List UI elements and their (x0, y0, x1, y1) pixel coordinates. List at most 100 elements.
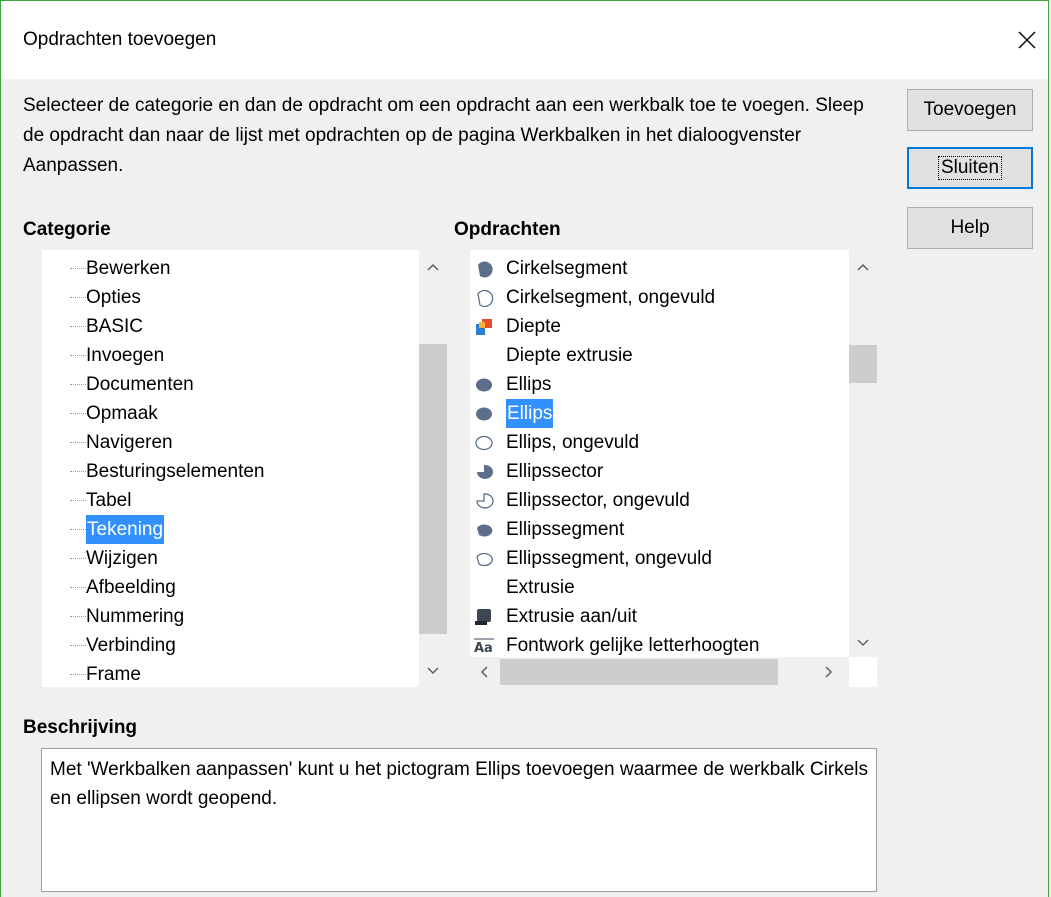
description-text: Met 'Werkbalken aanpassen' kunt u het pi… (50, 759, 868, 809)
command-item[interactable]: Ellipssector, ongevuld (470, 486, 845, 515)
command-item[interactable]: Ellipssegment, ongevuld (470, 544, 845, 573)
category-item[interactable]: Wijzigen (42, 544, 412, 573)
help-button[interactable]: Help (907, 207, 1033, 249)
tree-connector (70, 297, 86, 298)
ellipse-outline-icon (474, 433, 494, 453)
commands-vertical-scrollbar[interactable] (849, 250, 877, 657)
command-item[interactable]: Extrusie aan/uit (470, 602, 845, 631)
commands-hscroll-thumb[interactable] (500, 659, 778, 685)
category-item[interactable]: BASIC (42, 312, 412, 341)
scroll-left-icon[interactable] (470, 659, 498, 685)
tree-connector (70, 471, 86, 472)
command-item[interactable]: Cirkelsegment, ongevuld (470, 283, 845, 312)
category-item[interactable]: Nummering (42, 602, 412, 631)
command-item[interactable]: Aa Fontwork gelijke letterhoogten (470, 631, 845, 660)
category-item[interactable]: Opties (42, 283, 412, 312)
add-button[interactable]: Toevoegen (907, 89, 1033, 131)
tree-connector (70, 355, 86, 356)
close-button[interactable]: Sluiten (907, 147, 1033, 189)
category-item[interactable]: Verbinding (42, 631, 412, 660)
category-scroll-thumb[interactable] (419, 344, 447, 634)
category-item-label: Bewerken (86, 258, 171, 279)
circle-segment-outline-icon (474, 288, 494, 308)
command-item[interactable]: Diepte (470, 312, 845, 341)
category-item-label: Invoegen (86, 345, 165, 366)
dialog-title: Opdrachten toevoegen (23, 29, 217, 50)
commands-scroll-thumb[interactable] (849, 345, 877, 383)
category-item-label: Besturingselementen (86, 461, 265, 482)
close-icon[interactable] (1010, 23, 1044, 57)
category-item[interactable]: Besturingselementen (42, 457, 412, 486)
ellipse-segment-filled-icon (474, 520, 494, 540)
tree-connector (70, 674, 86, 675)
command-item-label: Ellipssector, ongevuld (506, 490, 690, 511)
category-heading: Categorie (23, 219, 111, 240)
depth-3d-icon (474, 317, 494, 337)
fontwork-same-height-icon: Aa (474, 636, 494, 656)
category-item-label: Wijzigen (86, 548, 158, 569)
command-item[interactable]: Diepte extrusie (470, 341, 845, 370)
category-item-label: Opmaak (86, 403, 158, 424)
ellipse-sector-outline-icon (474, 491, 494, 511)
command-item-label: Cirkelsegment, ongevuld (506, 287, 716, 308)
svg-text:Aa: Aa (474, 641, 493, 656)
command-item-label: Ellipssector (506, 461, 604, 482)
command-item-label: Ellipssegment, ongevuld (506, 548, 712, 569)
category-item-label: Verbinding (86, 635, 176, 656)
scroll-down-icon[interactable] (849, 630, 877, 656)
commands-horizontal-scrollbar[interactable] (470, 657, 849, 687)
command-item[interactable]: Extrusie (470, 573, 845, 602)
tree-connector (70, 500, 86, 501)
category-item-label: Nummering (86, 606, 185, 627)
category-item[interactable]: Bewerken (42, 254, 412, 283)
tree-connector (70, 529, 86, 530)
tree-connector (70, 268, 86, 269)
scroll-right-icon[interactable] (815, 659, 843, 685)
tree-connector (70, 413, 86, 414)
tree-connector (70, 384, 86, 385)
add-button-label: Toevoegen (923, 99, 1017, 120)
command-item-label: Cirkelsegment (506, 258, 628, 279)
category-item-label: Navigeren (86, 432, 173, 453)
command-item-label: Ellipssegment (506, 519, 625, 540)
command-item[interactable]: Ellipssector (470, 457, 845, 486)
category-item-label: Tabel (86, 490, 132, 511)
category-item[interactable]: Navigeren (42, 428, 412, 457)
category-vertical-scrollbar[interactable] (419, 250, 447, 687)
command-item[interactable]: Cirkelsegment (470, 254, 845, 283)
command-item-label: Extrusie (506, 577, 575, 598)
command-item-label: Ellips, ongevuld (506, 432, 640, 453)
scroll-up-icon[interactable] (849, 254, 877, 280)
description-box: Met 'Werkbalken aanpassen' kunt u het pi… (41, 748, 877, 892)
command-item-label: Extrusie aan/uit (506, 606, 637, 627)
command-item-label: Diepte extrusie (506, 345, 633, 366)
scroll-up-icon[interactable] (419, 254, 447, 280)
commands-heading: Opdrachten (454, 219, 561, 240)
category-list[interactable]: Bewerken Opties BASIC Invoegen Documenten Opm… (42, 250, 447, 687)
scroll-down-icon[interactable] (419, 658, 447, 684)
description-heading: Beschrijving (23, 717, 138, 738)
command-item[interactable]: Ellips (470, 399, 845, 428)
category-item[interactable]: Invoegen (42, 341, 412, 370)
tree-connector (70, 442, 86, 443)
category-item[interactable]: Tabel (42, 486, 412, 515)
category-item-label: Frame (86, 664, 141, 685)
category-item-label: BASIC (86, 316, 144, 337)
category-item[interactable]: Documenten (42, 370, 412, 399)
ellipse-sector-filled-icon (474, 462, 494, 482)
category-item[interactable]: Opmaak (42, 399, 412, 428)
command-item[interactable]: Ellips, ongevuld (470, 428, 845, 457)
category-item[interactable]: Frame (42, 660, 412, 687)
category-item-label: Tekening (86, 515, 165, 544)
command-item[interactable]: Ellipssegment (470, 515, 845, 544)
close-button-label: Sluiten (937, 156, 1003, 180)
ellipse-filled-icon (474, 404, 494, 424)
category-item[interactable]: Tekening (42, 515, 412, 544)
category-item[interactable]: Afbeelding (42, 573, 412, 602)
command-item[interactable]: Ellips (470, 370, 845, 399)
help-button-label: Help (950, 217, 990, 238)
tree-connector (70, 558, 86, 559)
tree-connector (70, 645, 86, 646)
intro-text: Selecteer de categorie en dan de opdrach… (23, 95, 864, 176)
commands-list[interactable]: Cirkelsegment Cirkelsegment, ongevuld Diep… (470, 250, 877, 687)
